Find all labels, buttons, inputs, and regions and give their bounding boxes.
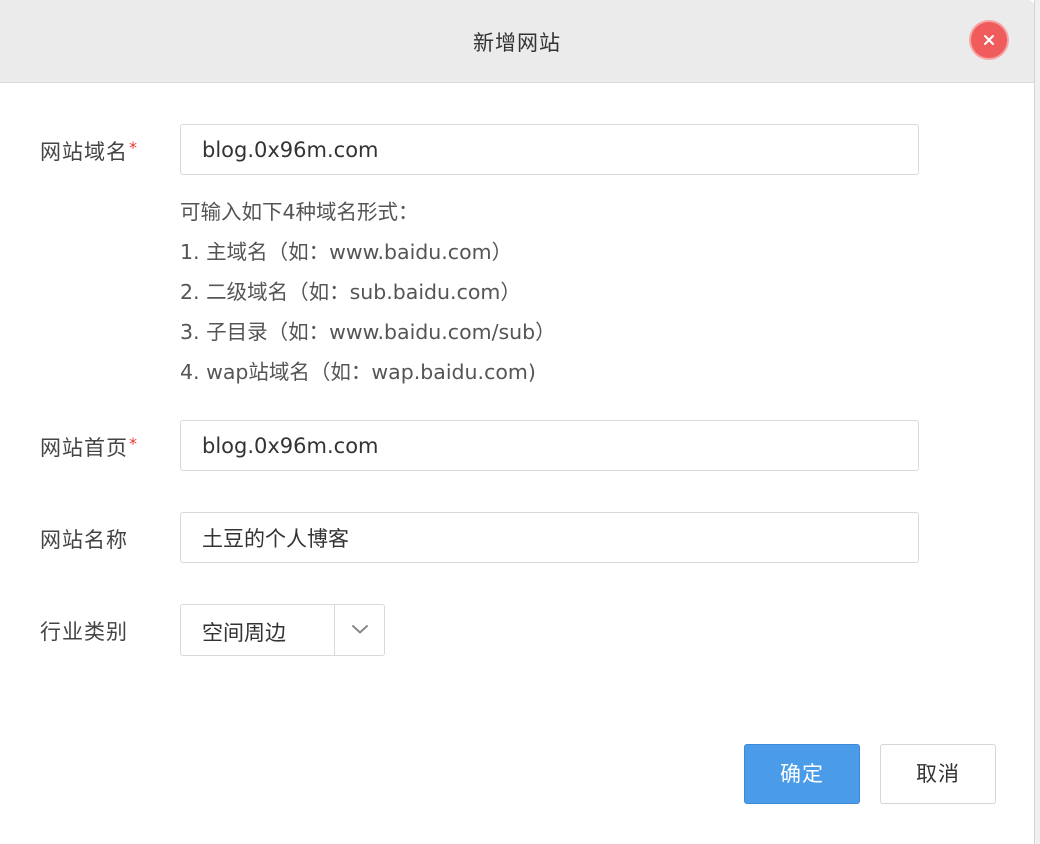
dialog-header: 新增网站 <box>0 0 1034 83</box>
confirm-button[interactable]: 确定 <box>744 744 860 804</box>
dialog-title: 新增网站 <box>473 31 561 55</box>
domain-hint-line: 4. wap站域名（如：wap.baidu.com) <box>180 360 536 384</box>
chevron-down-icon <box>352 625 368 634</box>
close-icon <box>984 35 994 45</box>
domain-hint: 可输入如下4种域名形式： 1. 主域名（如：www.baidu.com） 2. … <box>180 192 556 392</box>
close-button[interactable] <box>971 22 1007 58</box>
industry-label: 行业类别 <box>40 620 128 644</box>
industry-select[interactable]: 空间周边 <box>180 604 385 656</box>
select-arrow[interactable] <box>334 605 385 655</box>
required-mark: * <box>129 138 138 157</box>
domain-input[interactable] <box>181 125 918 174</box>
industry-selected-value: 空间周边 <box>202 621 286 645</box>
add-website-dialog: 新增网站 网站域名* 可输入如下4种域名形式： 1. 主域名（如：www.bai… <box>0 0 1035 844</box>
domain-label: 网站域名* <box>40 136 138 166</box>
homepage-label-text: 网站首页 <box>40 436 128 460</box>
homepage-input[interactable] <box>181 421 918 470</box>
homepage-label: 网站首页* <box>40 432 138 462</box>
domain-hint-line: 2. 二级域名（如：sub.baidu.com） <box>180 280 521 304</box>
domain-hint-line: 可输入如下4种域名形式： <box>180 200 419 224</box>
domain-hint-line: 1. 主域名（如：www.baidu.com） <box>180 240 513 264</box>
required-mark: * <box>129 434 138 453</box>
site-name-input[interactable] <box>181 513 918 562</box>
domain-hint-line: 3. 子目录（如：www.baidu.com/sub） <box>180 320 556 344</box>
cancel-button[interactable]: 取消 <box>880 744 996 804</box>
site-name-label: 网站名称 <box>40 528 128 552</box>
homepage-field <box>180 420 919 471</box>
site-name-field <box>180 512 919 563</box>
domain-label-text: 网站域名 <box>40 140 128 164</box>
domain-field <box>180 124 919 175</box>
